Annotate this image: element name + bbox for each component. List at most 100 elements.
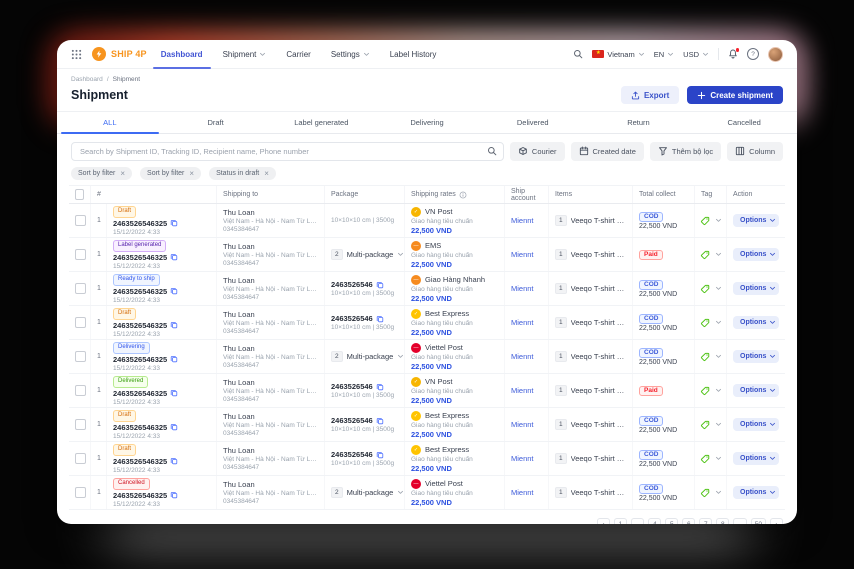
filter-chip-sort-by-filter[interactable]: Sort by filter [140,167,201,180]
chevron-down-icon[interactable] [715,319,722,326]
copy-icon[interactable] [376,417,384,425]
row-checkbox[interactable] [75,453,86,464]
nav-item-settings[interactable]: Settings [331,40,370,68]
row-checkbox[interactable] [75,419,86,430]
currency-select[interactable]: USD [683,50,709,59]
breadcrumb-dashboard[interactable]: Dashboard [71,76,103,83]
row-checkbox[interactable] [75,283,86,294]
page-button-4[interactable]: 4 [648,518,661,524]
page-ellipsis[interactable]: ... [631,518,644,524]
multi-package-select[interactable]: 2 Multi-package [331,487,398,498]
options-button[interactable]: Options [733,452,779,465]
copy-icon[interactable] [170,491,178,499]
chevron-down-icon[interactable] [715,217,722,224]
tab-cancelled[interactable]: Cancelled [691,112,797,133]
tab-delivering[interactable]: Delivering [374,112,480,133]
language-select[interactable]: EN [654,50,674,59]
select-all-checkbox[interactable] [75,189,84,200]
options-button[interactable]: Options [733,248,779,261]
ship-account-link[interactable]: Miennt [511,488,542,497]
copy-icon[interactable] [170,423,178,431]
ship-account-link[interactable]: Miennt [511,454,542,463]
tag-icon[interactable] [700,386,710,396]
copy-icon[interactable] [170,321,178,329]
tab-return[interactable]: Return [586,112,692,133]
search-input[interactable] [71,142,504,161]
options-button[interactable]: Options [733,282,779,295]
ship-account-link[interactable]: Miennt [511,352,542,361]
chevron-down-icon[interactable] [715,251,722,258]
options-button[interactable]: Options [733,418,779,431]
chevron-down-icon[interactable] [715,489,722,496]
toolbar-button-column[interactable]: Column [727,142,783,161]
copy-icon[interactable] [376,281,384,289]
options-button[interactable]: Options [733,214,779,227]
tag-icon[interactable] [700,318,710,328]
page-button-6[interactable]: 6 [682,518,695,524]
tag-icon[interactable] [700,454,710,464]
ship-account-link[interactable]: Miennt [511,318,542,327]
copy-icon[interactable] [170,219,178,227]
multi-package-select[interactable]: 2 Multi-package [331,351,398,362]
chevron-down-icon[interactable] [715,285,722,292]
ship-account-link[interactable]: Miennt [511,250,542,259]
tab-all[interactable]: ALL [57,112,163,133]
page-next-button[interactable]: › [770,518,783,524]
search-icon[interactable] [487,146,497,156]
chevron-down-icon[interactable] [715,455,722,462]
ship-account-link[interactable]: Miennt [511,284,542,293]
options-button[interactable]: Options [733,384,779,397]
tag-icon[interactable] [700,352,710,362]
nav-item-shipment[interactable]: Shipment [223,40,267,68]
copy-icon[interactable] [376,383,384,391]
page-prev-button[interactable]: ‹ [597,518,610,524]
copy-icon[interactable] [170,287,178,295]
multi-package-select[interactable]: 2 Multi-package [331,249,398,260]
options-button[interactable]: Options [733,316,779,329]
brand-logo[interactable]: SHIP 4P [92,47,147,61]
row-checkbox[interactable] [75,385,86,396]
tag-icon[interactable] [700,250,710,260]
nav-item-dashboard[interactable]: Dashboard [161,40,203,68]
ship-account-link[interactable]: Miennt [511,420,542,429]
page-button-1[interactable]: 1 [614,518,627,524]
page-button-7[interactable]: 7 [699,518,712,524]
filter-chip-status-in-draft[interactable]: Status in draft [209,167,276,180]
nav-item-carrier[interactable]: Carrier [286,40,310,68]
nav-item-label-history[interactable]: Label History [390,40,437,68]
copy-icon[interactable] [170,457,178,465]
export-button[interactable]: Export [621,86,679,104]
tab-label-generated[interactable]: Label generated [268,112,374,133]
page-button-50[interactable]: 50 [751,518,766,524]
row-checkbox[interactable] [75,215,86,226]
row-checkbox[interactable] [75,249,86,260]
copy-icon[interactable] [170,253,178,261]
row-checkbox[interactable] [75,317,86,328]
tag-icon[interactable] [700,420,710,430]
tag-icon[interactable] [700,216,710,226]
options-button[interactable]: Options [733,350,779,363]
ship-account-link[interactable]: Miennt [511,216,542,225]
chevron-down-icon[interactable] [715,387,722,394]
country-select[interactable]: Vietnam [592,50,644,59]
page-button-8[interactable]: 8 [716,518,729,524]
row-checkbox[interactable] [75,487,86,498]
copy-icon[interactable] [376,315,384,323]
toolbar-button-courier[interactable]: Courier [510,142,565,161]
copy-icon[interactable] [376,451,384,459]
tab-draft[interactable]: Draft [163,112,269,133]
apps-grid-icon[interactable] [71,49,82,60]
help-icon[interactable] [747,48,759,60]
page-button-5[interactable]: 5 [665,518,678,524]
create-shipment-button[interactable]: Create shipment [687,86,783,104]
toolbar-button-created-date[interactable]: Created date [571,142,644,161]
toolbar-button-th-m-b-l-c[interactable]: Thêm bộ lọc [650,142,721,161]
tag-icon[interactable] [700,284,710,294]
notifications-bell-icon[interactable] [728,49,738,59]
user-avatar[interactable] [768,47,783,62]
search-icon[interactable] [573,49,583,59]
copy-icon[interactable] [170,355,178,363]
options-button[interactable]: Options [733,486,779,499]
tab-delivered[interactable]: Delivered [480,112,586,133]
chevron-down-icon[interactable] [715,421,722,428]
